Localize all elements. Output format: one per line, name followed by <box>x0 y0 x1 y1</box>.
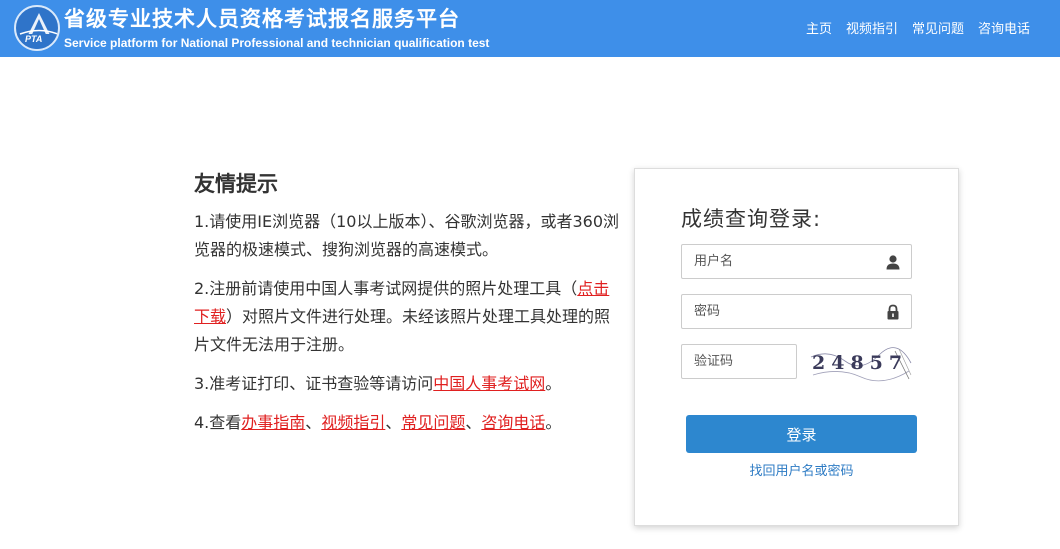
captcha-text: 24857 <box>812 352 908 374</box>
login-button[interactable]: 登录 <box>686 415 917 453</box>
nav-home[interactable]: 主页 <box>806 18 832 37</box>
tip-item-1: 1.请使用IE浏览器（10以上版本）、谷歌浏览器，或者360浏览器的极速模式、搜… <box>194 212 619 259</box>
user-icon <box>886 255 900 270</box>
logo-icon <box>16 13 58 49</box>
tips-panel: 友情提示 1.请使用IE浏览器（10以上版本）、谷歌浏览器，或者360浏览器的极… <box>194 168 619 448</box>
separator: 、 <box>465 413 482 432</box>
nav-contact-phone[interactable]: 咨询电话 <box>978 18 1030 37</box>
tip-item-3-text-pre: 3.准考证打印、证书查验等请访问 <box>194 374 434 393</box>
password-input[interactable] <box>682 295 911 328</box>
tip-item-2-text-pre: 2.注册前请使用中国人事考试网提供的照片处理工具（ <box>194 279 578 298</box>
password-field <box>681 294 912 329</box>
site-subtitle: Service platform for National Profession… <box>64 36 490 50</box>
nav-video-guide[interactable]: 视频指引 <box>846 18 898 37</box>
username-field <box>681 244 912 279</box>
captcha-image[interactable]: 24857 <box>809 345 913 385</box>
tip-item-4-text-post: 。 <box>545 413 562 432</box>
contact-phone-link[interactable]: 咨询电话 <box>481 413 545 432</box>
captcha-input[interactable] <box>682 345 796 378</box>
header: PTA 省级专业技术人员资格考试报名服务平台 Service platform … <box>0 0 1060 57</box>
tip-item-2-text-post: ）对照片文件进行处理。未经该照片处理工具处理的照片文件无法用于注册。 <box>194 307 611 354</box>
tip-item-4: 4.查看办事指南、视频指引、常见问题、咨询电话。 <box>194 409 619 437</box>
top-nav: 主页 视频指引 常见问题 咨询电话 <box>806 18 1030 37</box>
separator: 、 <box>305 413 322 432</box>
forgot-credentials-link[interactable]: 找回用户名或密码 <box>686 460 917 479</box>
cpta-site-link[interactable]: 中国人事考试网 <box>433 374 545 393</box>
separator: 、 <box>385 413 402 432</box>
captcha-field <box>681 344 797 379</box>
tip-item-3: 3.准考证打印、证书查验等请访问中国人事考试网。 <box>194 370 619 398</box>
logo-text: PTA <box>25 34 43 44</box>
video-guide-link[interactable]: 视频指引 <box>321 413 385 432</box>
tip-item-4-text-pre: 4.查看 <box>194 413 242 432</box>
tip-item-2: 2.注册前请使用中国人事考试网提供的照片处理工具（点击下载）对照片文件进行处理。… <box>194 275 619 359</box>
site-title: 省级专业技术人员资格考试报名服务平台 <box>64 7 460 31</box>
lock-icon <box>887 304 899 320</box>
tip-item-3-text-post: 。 <box>545 374 562 393</box>
logo[interactable]: PTA <box>14 5 60 51</box>
guide-link[interactable]: 办事指南 <box>241 413 305 432</box>
faq-link[interactable]: 常见问题 <box>401 413 465 432</box>
tips-heading: 友情提示 <box>194 172 278 196</box>
login-title: 成绩查询登录: <box>681 207 822 231</box>
nav-faq[interactable]: 常见问题 <box>912 18 964 37</box>
username-input[interactable] <box>682 245 911 278</box>
login-panel: 成绩查询登录: 24857 登录 找回用户名或密码 <box>634 168 959 526</box>
